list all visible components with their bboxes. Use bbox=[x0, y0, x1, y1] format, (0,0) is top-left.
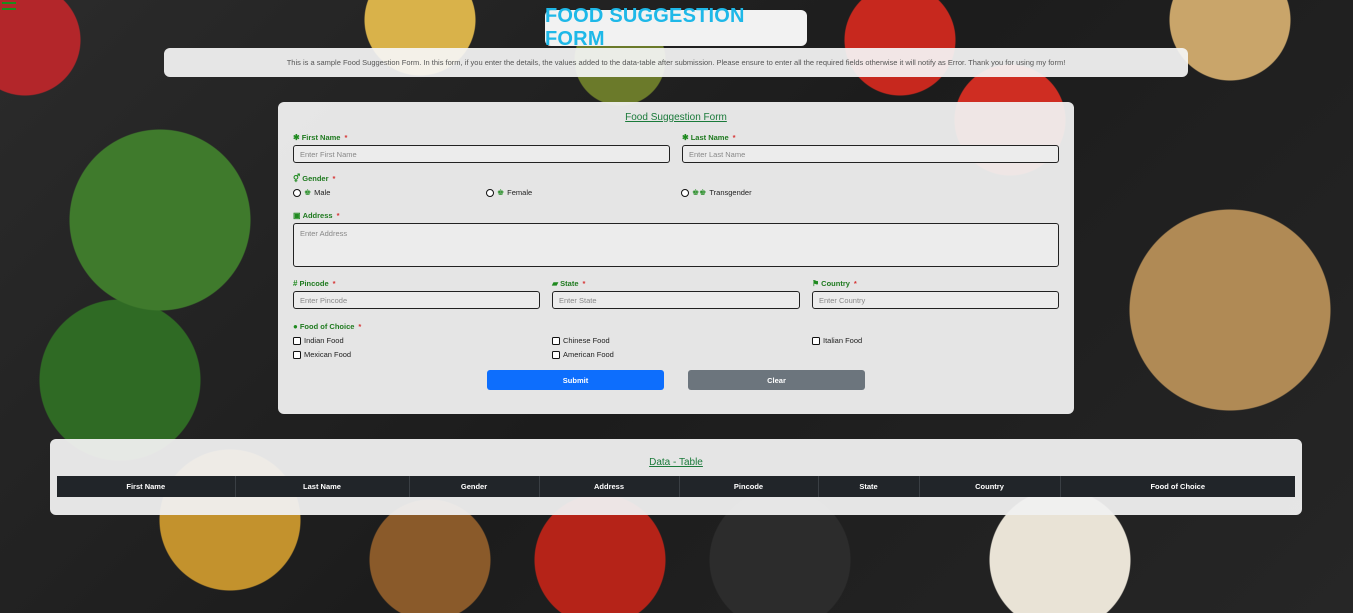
map-icon: ▰ bbox=[552, 279, 559, 288]
description-text: This is a sample Food Suggestion Form. I… bbox=[286, 58, 1066, 67]
column-header-state: State bbox=[818, 476, 920, 497]
column-header-pincode: Pincode bbox=[679, 476, 819, 497]
state-input[interactable] bbox=[552, 291, 800, 309]
gear-icon: ✱ bbox=[682, 133, 689, 142]
flag-icon: ⚑ bbox=[812, 279, 820, 288]
column-header-first-name: First Name bbox=[57, 476, 236, 497]
column-header-address: Address bbox=[539, 476, 680, 497]
food-chinese-checkbox[interactable]: Chinese Food bbox=[552, 336, 610, 345]
address-card-icon: ▣ bbox=[293, 211, 301, 220]
state-label: ▰ State * bbox=[552, 279, 586, 288]
checkbox[interactable] bbox=[552, 350, 560, 359]
address-label: ▣ Address * bbox=[293, 211, 340, 220]
person-icon: ♚ bbox=[497, 188, 505, 197]
suggestion-form: Food Suggestion Form ✱ First Name * ✱ La… bbox=[278, 102, 1074, 414]
required-marker: * bbox=[332, 279, 336, 288]
required-marker: * bbox=[344, 133, 348, 142]
required-marker: * bbox=[732, 133, 736, 142]
food-italian-checkbox[interactable]: Italian Food bbox=[812, 336, 862, 345]
person-icon: ♚ bbox=[304, 188, 312, 197]
page-title: FOOD SUGGESTION FORM bbox=[545, 5, 745, 50]
first-name-label: ✱ First Name * bbox=[293, 133, 348, 142]
column-header-gender: Gender bbox=[409, 476, 540, 497]
clear-button[interactable]: Clear bbox=[688, 370, 865, 390]
gender-transgender-radio[interactable]: ♚♚ Transgender bbox=[681, 188, 752, 197]
gender-male-radio[interactable]: ♚ Male bbox=[293, 188, 330, 197]
gear-icon: ✱ bbox=[293, 133, 300, 142]
country-input[interactable] bbox=[812, 291, 1059, 309]
required-marker: * bbox=[582, 279, 586, 288]
required-marker: * bbox=[336, 211, 340, 220]
gender-icon: ⚥ bbox=[293, 174, 301, 183]
checkbox[interactable] bbox=[293, 336, 301, 345]
gender-label: ⚥ Gender * bbox=[293, 174, 336, 183]
form-title: Food Suggestion Form bbox=[625, 112, 727, 123]
radio-button[interactable] bbox=[486, 188, 494, 197]
last-name-label: ✱ Last Name * bbox=[682, 133, 736, 142]
checkbox[interactable] bbox=[812, 336, 820, 345]
food-indian-checkbox[interactable]: Indian Food bbox=[293, 336, 344, 345]
menu-icon[interactable] bbox=[2, 2, 16, 10]
table-header-row: First Name Last Name Gender Address Pinc… bbox=[57, 476, 1295, 497]
required-marker: * bbox=[853, 279, 857, 288]
last-name-input[interactable] bbox=[682, 145, 1059, 163]
food-label: ● Food of Choice * bbox=[293, 322, 362, 331]
radio-button[interactable] bbox=[681, 188, 689, 197]
column-header-country: Country bbox=[919, 476, 1061, 497]
checkbox[interactable] bbox=[552, 336, 560, 345]
country-label: ⚑ Country * bbox=[812, 279, 857, 288]
radio-button[interactable] bbox=[293, 188, 301, 197]
people-icon: ♚♚ bbox=[692, 188, 707, 197]
address-input[interactable] bbox=[293, 223, 1059, 267]
food-american-checkbox[interactable]: American Food bbox=[552, 350, 614, 359]
table-title: Data - Table bbox=[649, 457, 703, 468]
data-table: First Name Last Name Gender Address Pinc… bbox=[57, 476, 1295, 497]
pincode-label: # Pincode * bbox=[293, 279, 336, 288]
food-icon: ● bbox=[293, 322, 298, 331]
checkbox[interactable] bbox=[293, 350, 301, 359]
required-marker: * bbox=[332, 174, 336, 183]
required-marker: * bbox=[358, 322, 362, 331]
column-header-food: Food of Choice bbox=[1150, 482, 1206, 491]
description-banner: This is a sample Food Suggestion Form. I… bbox=[164, 48, 1188, 77]
first-name-input[interactable] bbox=[293, 145, 670, 163]
pincode-input[interactable] bbox=[293, 291, 540, 309]
food-mexican-checkbox[interactable]: Mexican Food bbox=[293, 350, 351, 359]
hash-icon: # bbox=[293, 279, 298, 288]
title-banner: FOOD SUGGESTION FORM bbox=[545, 5, 807, 50]
submit-button[interactable]: Submit bbox=[487, 370, 664, 390]
data-table-card: Data - Table First Name Last Name Gender… bbox=[50, 439, 1302, 515]
gender-female-radio[interactable]: ♚ Female bbox=[486, 188, 532, 197]
column-header-last-name: Last Name bbox=[235, 476, 410, 497]
